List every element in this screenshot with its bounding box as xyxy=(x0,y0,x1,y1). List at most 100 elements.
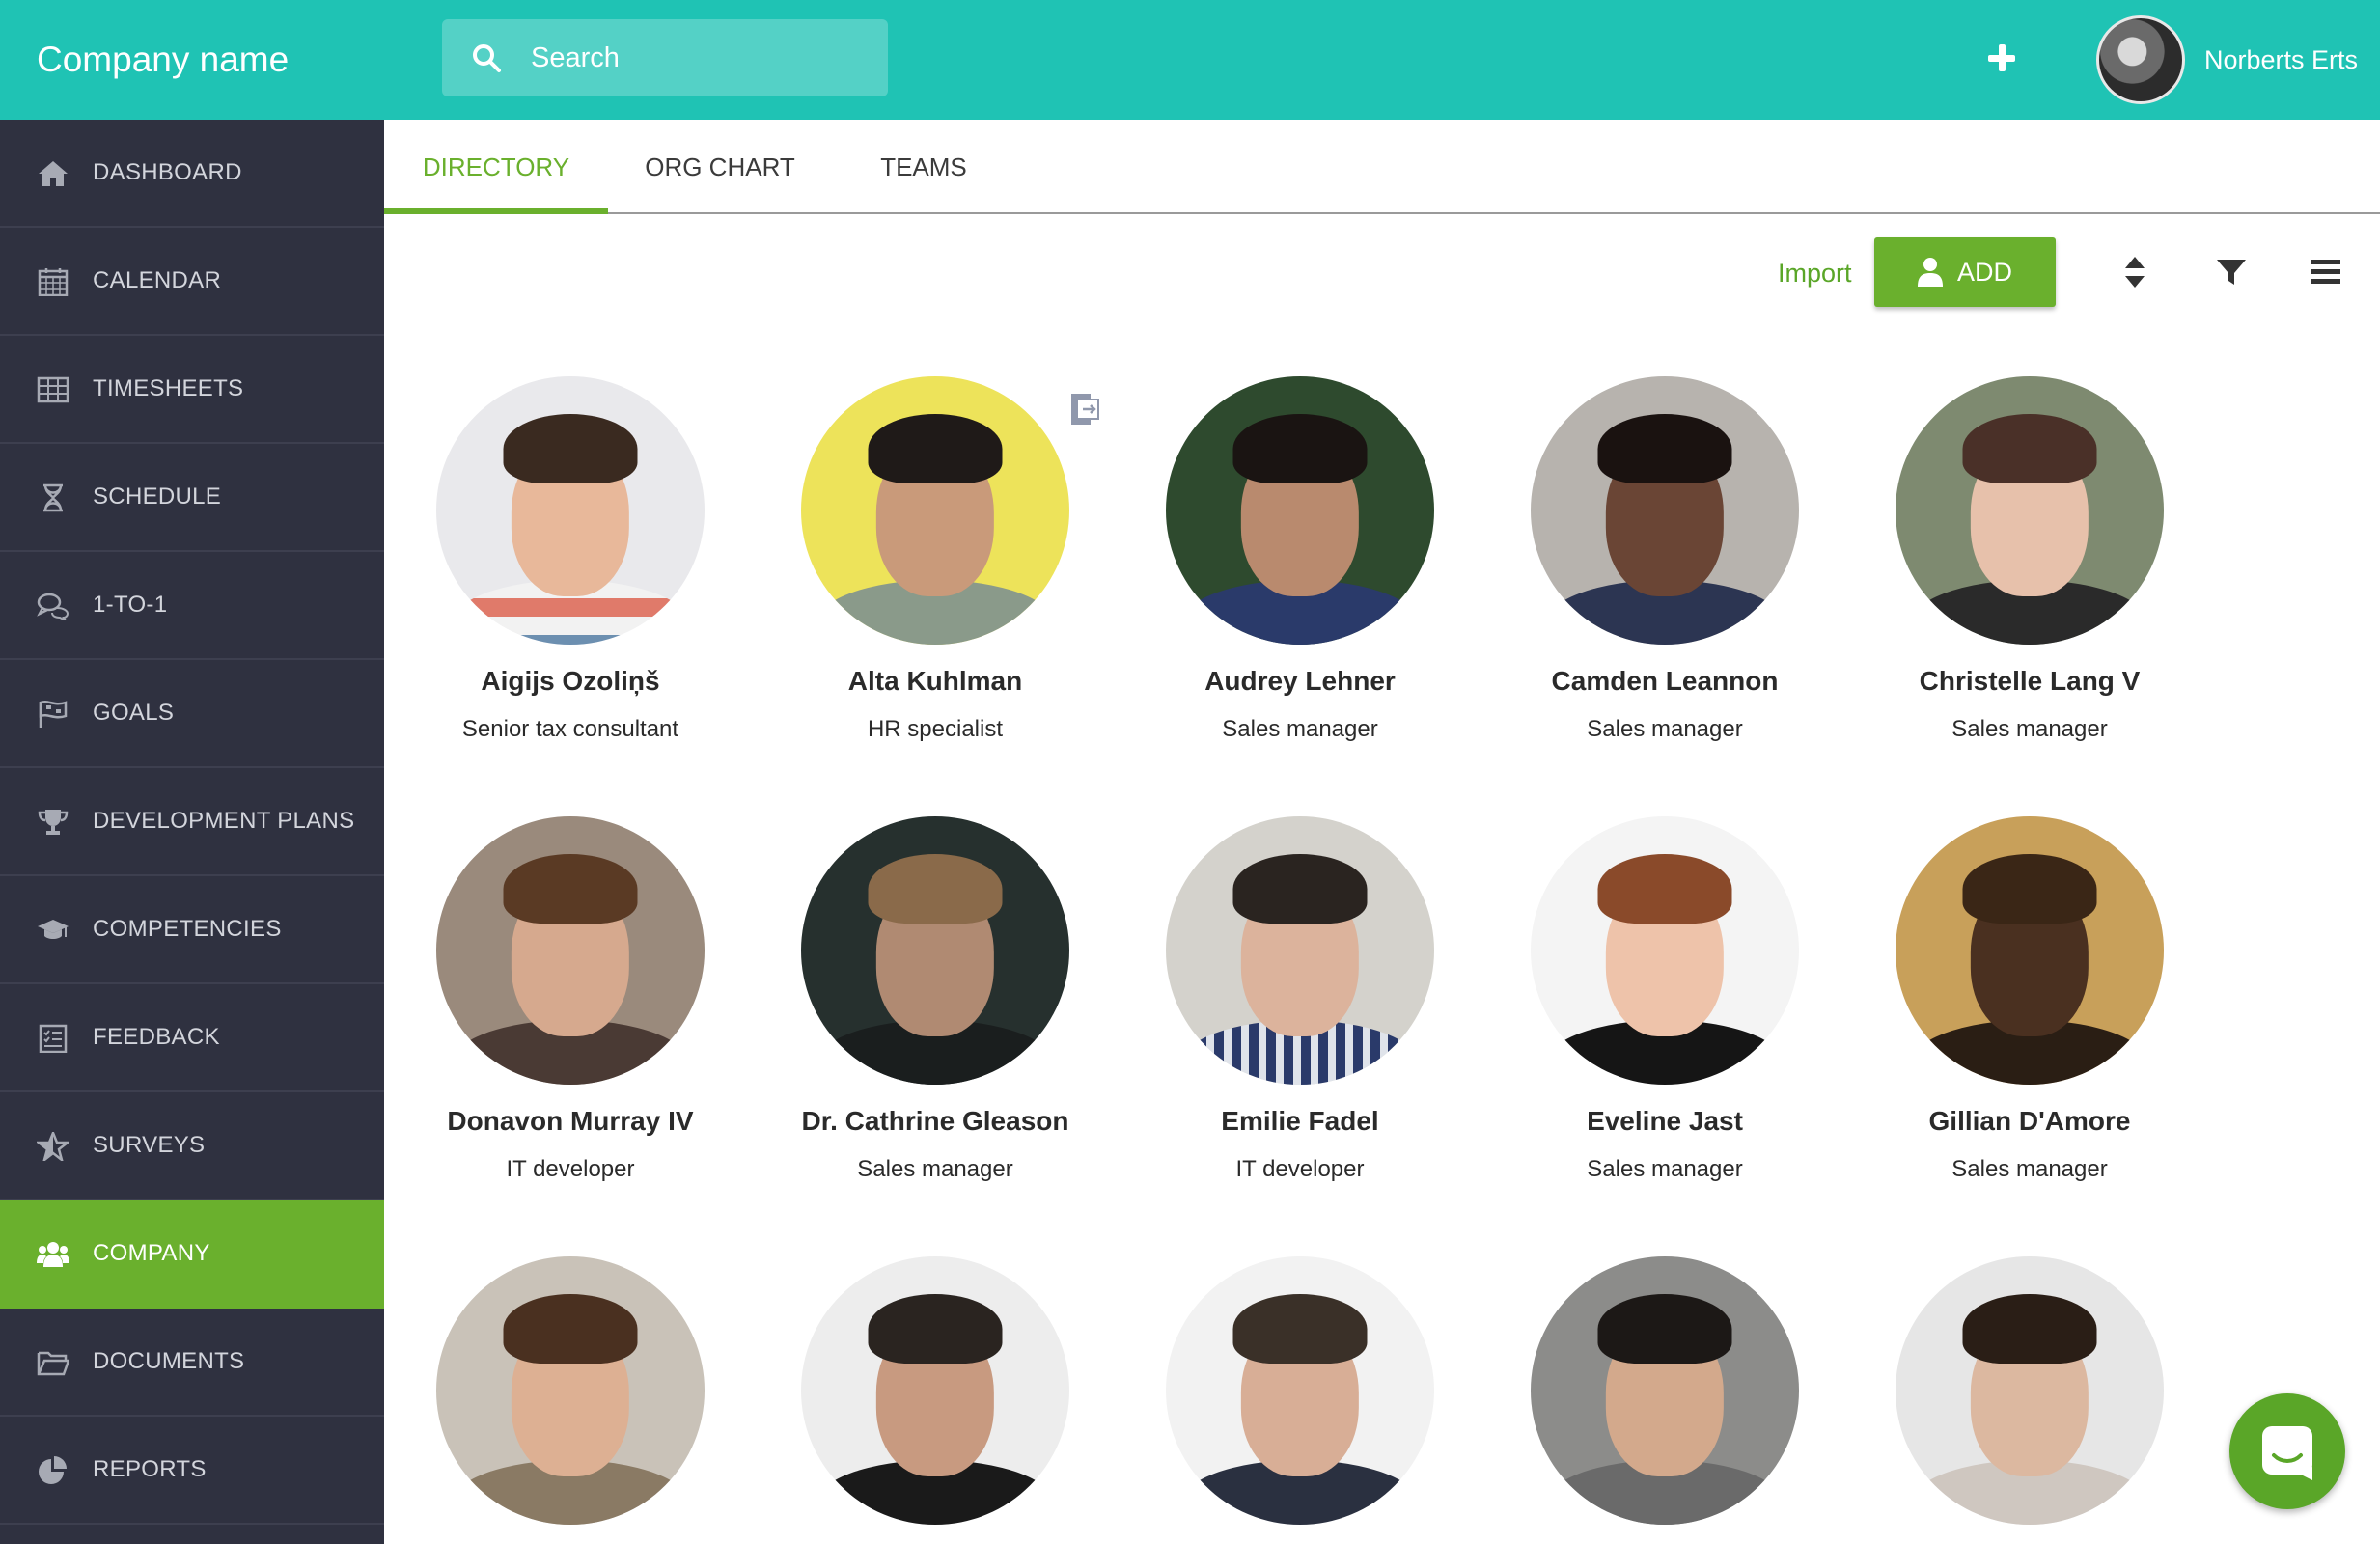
person-card[interactable]: Camden Leannon Sales manager xyxy=(1510,376,1819,743)
tab-org-chart[interactable]: ORG CHART xyxy=(608,120,832,214)
filter-icon[interactable] xyxy=(2212,253,2251,291)
tab-bar: DIRECTORY ORG CHART TEAMS xyxy=(384,120,2380,214)
person-name: Gillian D'Amore xyxy=(1928,1106,2131,1136)
menu-icon[interactable] xyxy=(2307,253,2345,291)
person-name: Alta Kuhlman xyxy=(847,666,1023,696)
person-card[interactable] xyxy=(1146,1256,1454,1525)
calendar-icon xyxy=(38,268,69,296)
hourglass-icon xyxy=(43,483,63,512)
person-name: Eveline Jast xyxy=(1587,1106,1743,1136)
person-role: IT developer xyxy=(506,1156,635,1182)
move-out-icon[interactable] xyxy=(1065,390,1104,428)
person-card[interactable]: Emilie Fadel IT developer xyxy=(1146,816,1454,1183)
person-card[interactable]: Audrey Lehner Sales manager xyxy=(1146,376,1454,743)
avatar xyxy=(1531,376,1799,645)
folder-icon xyxy=(37,1351,69,1376)
sidebar-item-development-plans[interactable]: DEVELOPMENT PLANS xyxy=(0,768,384,876)
trophy-icon xyxy=(38,810,69,835)
tab-teams[interactable]: TEAMS xyxy=(832,120,1015,214)
person-name: Emilie Fadel xyxy=(1221,1106,1379,1136)
person-role: IT developer xyxy=(1235,1156,1365,1182)
sidebar-item-schedule[interactable]: SCHEDULE xyxy=(0,444,384,552)
avatar xyxy=(436,816,705,1085)
sidebar-item-label: GOALS xyxy=(93,700,175,726)
avatar xyxy=(1166,1256,1434,1525)
chat-icon xyxy=(2262,1426,2312,1480)
avatar xyxy=(801,376,1069,645)
person-card[interactable]: Dr. Cathrine Gleason Sales manager xyxy=(781,816,1090,1183)
plus-icon[interactable] xyxy=(1982,39,2021,77)
search-input[interactable] xyxy=(531,19,869,96)
sidebar-item-company[interactable]: COMPANY xyxy=(0,1200,384,1309)
person-name: Camden Leannon xyxy=(1551,666,1779,696)
person-role: Sales manager xyxy=(1587,716,1743,742)
person-card[interactable]: Eveline Jast Sales manager xyxy=(1510,816,1819,1183)
sidebar-item-dashboard[interactable]: DASHBOARD xyxy=(0,120,384,228)
avatar xyxy=(801,816,1069,1085)
sidebar-item-label: TIMESHEETS xyxy=(93,375,244,401)
sidebar-item-feedback[interactable]: FEEDBACK xyxy=(0,984,384,1092)
person-card[interactable] xyxy=(781,1256,1090,1525)
sidebar-item-label: COMPANY xyxy=(93,1240,210,1266)
person-role: Sales manager xyxy=(1587,1156,1743,1182)
person-card[interactable]: Gillian D'Amore Sales manager xyxy=(1875,816,2184,1183)
sidebar-item-label: FEEDBACK xyxy=(93,1024,220,1050)
person-card[interactable]: Aigijs Ozoliņš Senior tax consultant xyxy=(416,376,725,743)
person-role: Sales manager xyxy=(1951,716,2108,742)
sidebar-item-goals[interactable]: GOALS xyxy=(0,660,384,768)
user-icon xyxy=(1918,258,1943,287)
sidebar-item-timesheets[interactable]: TIMESHEETS xyxy=(0,336,384,444)
sidebar-item-label: CALENDAR xyxy=(93,267,222,293)
tab-directory[interactable]: DIRECTORY xyxy=(384,120,608,214)
users-icon xyxy=(37,1242,69,1267)
sidebar-item-label: 1-TO-1 xyxy=(93,592,168,618)
person-name: Aigijs Ozoliņš xyxy=(481,666,660,696)
person-role: Sales manager xyxy=(857,1156,1013,1182)
sidebar-item-reports[interactable]: REPORTS xyxy=(0,1417,384,1525)
sidebar-item-documents[interactable]: DOCUMENTS xyxy=(0,1309,384,1417)
sidebar-item-label: DOCUMENTS xyxy=(93,1348,245,1374)
search-icon xyxy=(473,44,501,72)
top-bar: Company name Norberts Erts xyxy=(0,0,2380,120)
avatar xyxy=(801,1256,1069,1525)
avatar xyxy=(1896,1256,2164,1525)
sort-icon[interactable] xyxy=(2116,253,2154,291)
person-name: Dr. Cathrine Gleason xyxy=(801,1106,1069,1136)
person-role: HR specialist xyxy=(867,716,1004,742)
pie-chart-icon xyxy=(39,1456,67,1484)
feedback-form-icon xyxy=(39,1024,68,1053)
sidebar-item-label: DEVELOPMENT PLANS xyxy=(93,808,355,834)
home-icon xyxy=(39,161,68,186)
avatar xyxy=(1166,816,1434,1085)
sidebar-item-calendar[interactable]: CALENDAR xyxy=(0,228,384,336)
sidebar: DASHBOARD CALENDAR TIMESHEETS SCHEDULE 1… xyxy=(0,120,384,1544)
person-name: Donavon Murray IV xyxy=(447,1106,694,1136)
chat-button[interactable] xyxy=(2229,1393,2345,1509)
user-name[interactable]: Norberts Erts xyxy=(2204,0,2358,120)
avatar xyxy=(1166,376,1434,645)
person-card[interactable]: Donavon Murray IV IT developer xyxy=(416,816,725,1183)
person-card[interactable] xyxy=(1875,1256,2184,1525)
person-card[interactable] xyxy=(416,1256,725,1525)
sidebar-item-surveys[interactable]: SURVEYS xyxy=(0,1092,384,1200)
person-card[interactable]: Alta Kuhlman HR specialist xyxy=(781,376,1090,743)
add-button-label: ADD xyxy=(1957,258,2013,287)
add-button[interactable]: ADD xyxy=(1874,237,2056,307)
person-card[interactable]: Christelle Lang V Sales manager xyxy=(1875,376,2184,743)
chat-bubbles-icon xyxy=(37,593,69,620)
sidebar-item-1-to-1[interactable]: 1-TO-1 xyxy=(0,552,384,660)
import-link[interactable]: Import xyxy=(1778,259,1852,289)
user-avatar[interactable] xyxy=(2096,15,2185,104)
sidebar-item-label: SCHEDULE xyxy=(93,483,222,510)
table-icon xyxy=(37,376,69,403)
avatar xyxy=(1531,1256,1799,1525)
sidebar-item-label: COMPETENCIES xyxy=(93,916,282,942)
graduation-cap-icon xyxy=(38,920,69,939)
search-box[interactable] xyxy=(442,19,888,96)
person-card[interactable] xyxy=(1510,1256,1819,1525)
sidebar-item-competencies[interactable]: COMPETENCIES xyxy=(0,876,384,984)
person-role: Senior tax consultant xyxy=(461,716,679,742)
avatar xyxy=(1531,816,1799,1085)
company-brand[interactable]: Company name xyxy=(37,0,289,120)
person-role: Sales manager xyxy=(1951,1156,2108,1182)
